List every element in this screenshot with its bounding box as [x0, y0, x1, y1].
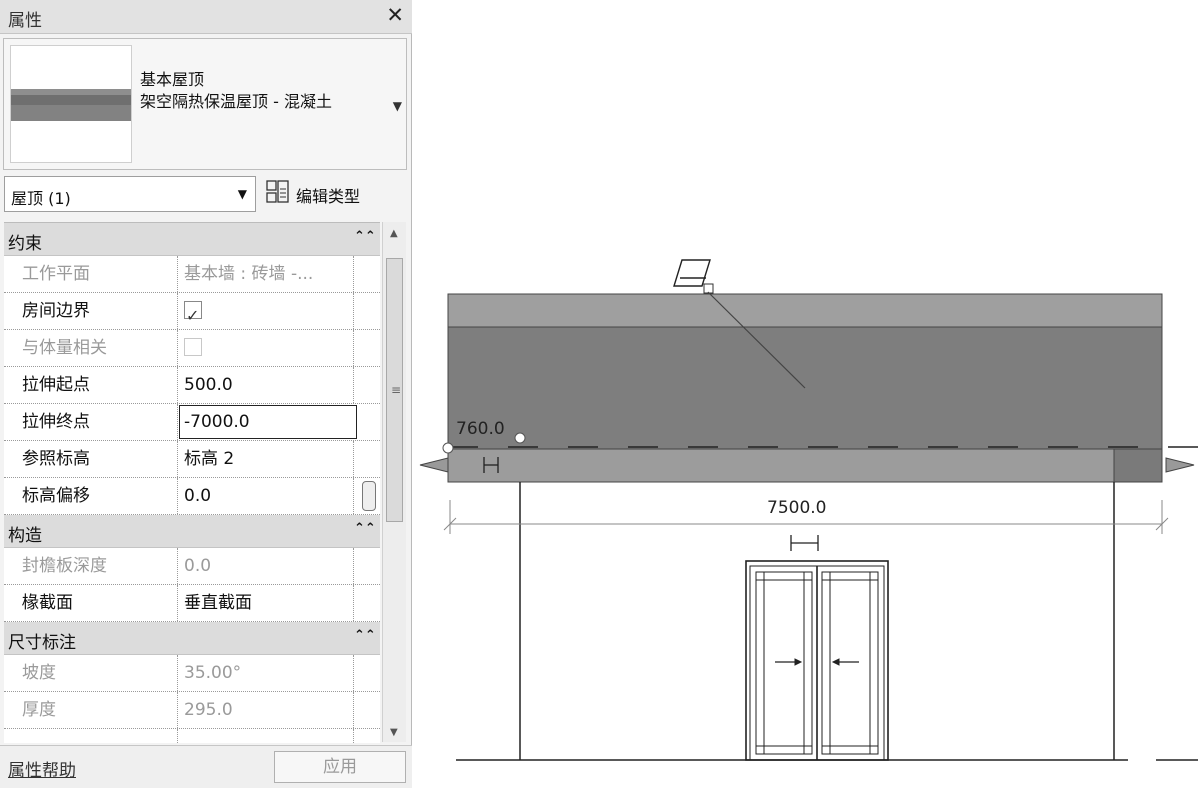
- property-value: 基本墙 : 砖墙 -...: [178, 256, 354, 292]
- room-bounding-checkbox[interactable]: ✓: [184, 301, 202, 325]
- property-row-thickness: 厚度 295.0: [4, 692, 380, 729]
- property-row-fascia-depth: 封檐板深度 0.0: [4, 548, 380, 585]
- type-preview-image: [10, 45, 132, 163]
- inline-scroll-handle[interactable]: [362, 481, 376, 511]
- properties-panel: 属性 ✕ 基本屋顶 架空隔热保温屋顶 - 混凝土 ▼ 屋顶 (1) ▼ 编辑类型…: [0, 0, 412, 788]
- chevron-down-icon: ▼: [237, 187, 247, 201]
- reference-level-field[interactable]: 标高 2: [178, 441, 354, 477]
- property-row-partial: [4, 729, 380, 743]
- collapse-icon[interactable]: ⌃⌃: [354, 521, 376, 536]
- edit-type-label: 编辑类型: [296, 187, 361, 206]
- extrusion-start-field[interactable]: 500.0: [178, 367, 354, 403]
- right-grip-icon[interactable]: [1165, 457, 1195, 473]
- property-label: 参照标高: [4, 441, 178, 477]
- panel-footer: 属性帮助 应用: [0, 745, 412, 788]
- rafter-cut-field[interactable]: 垂直截面: [178, 585, 354, 621]
- type-name-label: 架空隔热保温屋顶 - 混凝土: [140, 92, 332, 111]
- type-selector[interactable]: 基本屋顶 架空隔热保温屋顶 - 混凝土 ▼: [3, 38, 407, 170]
- property-value: 295.0: [178, 692, 354, 728]
- lock-dimension-icon[interactable]: [790, 535, 819, 551]
- overhang-dimension[interactable]: 760.0: [456, 419, 505, 439]
- property-row-extrusion-start: 拉伸起点 500.0: [4, 367, 380, 404]
- apply-button[interactable]: 应用: [274, 751, 406, 783]
- elevation-view: 760.0 7500.0: [419, 259, 1198, 761]
- property-row-extrusion-end: 拉伸终点 -7000.0: [4, 404, 380, 441]
- property-value: 35.00°: [178, 655, 354, 691]
- panel-titlebar: 属性 ✕: [0, 0, 412, 34]
- group-header-dimensions[interactable]: 尺寸标注 ⌃⌃: [4, 622, 380, 655]
- property-value: 0.0: [178, 548, 354, 584]
- width-dimension[interactable]: 7500.0: [767, 498, 826, 518]
- property-row-work-plane: 工作平面 基本墙 : 砖墙 -...: [4, 256, 380, 293]
- property-value: ✓: [178, 293, 354, 329]
- property-label: 椽截面: [4, 585, 178, 621]
- collapse-icon[interactable]: ⌃⌃: [354, 229, 376, 244]
- property-label: 与体量相关: [4, 330, 178, 366]
- group-header-construction[interactable]: 构造 ⌃⌃: [4, 515, 380, 548]
- chevron-down-icon[interactable]: ▼: [393, 99, 402, 113]
- instance-filter-label: 屋顶 (1): [11, 189, 71, 208]
- work-plane-icon[interactable]: [673, 259, 711, 287]
- property-label: 工作平面: [4, 256, 178, 292]
- group-title: 构造: [8, 526, 42, 546]
- property-row-room-bounding: 房间边界 ✓: [4, 293, 380, 330]
- property-row-reference-level: 参照标高 标高 2: [4, 441, 380, 478]
- property-row-slope: 坡度 35.00°: [4, 655, 380, 692]
- type-family-label: 基本屋顶: [140, 70, 205, 89]
- level-offset-field[interactable]: 0.0: [178, 478, 354, 514]
- group-title: 约束: [8, 234, 42, 254]
- property-row-rafter-cut: 椽截面 垂直截面: [4, 585, 380, 622]
- roof-end-cap: [1113, 448, 1163, 483]
- work-plane-handle[interactable]: [703, 283, 714, 294]
- end-handle-right[interactable]: [514, 432, 526, 444]
- left-grip-icon[interactable]: [419, 457, 449, 473]
- collapse-icon[interactable]: ⌃⌃: [354, 628, 376, 643]
- property-grid: 约束 ⌃⌃ 工作平面 基本墙 : 砖墙 -... 房间边界 ✓ 与体量相关 拉伸…: [4, 222, 380, 743]
- scroll-up-icon[interactable]: ▲: [390, 228, 398, 239]
- scroll-down-icon[interactable]: ▼: [390, 727, 398, 738]
- roof-top-face: [447, 293, 1163, 328]
- edit-type-icon: [266, 180, 289, 203]
- double-door[interactable]: [745, 560, 889, 761]
- scrollbar-thumb[interactable]: ≡: [386, 258, 403, 522]
- grip-icon: ≡: [391, 383, 402, 397]
- properties-help-link[interactable]: 属性帮助: [8, 756, 76, 781]
- drawing-canvas[interactable]: 760.0 7500.0: [412, 0, 1198, 788]
- group-header-constraints[interactable]: 约束 ⌃⌃: [4, 223, 380, 256]
- panel-title: 属性: [8, 11, 42, 31]
- property-label: 封檐板深度: [4, 548, 178, 584]
- property-row-level-offset: 标高偏移 0.0: [4, 478, 380, 515]
- close-icon[interactable]: ✕: [386, 3, 404, 27]
- property-label: 标高偏移: [4, 478, 178, 514]
- property-label: 坡度: [4, 655, 178, 691]
- end-handle-left[interactable]: [442, 442, 454, 454]
- property-label: 拉伸起点: [4, 367, 178, 403]
- type-name: 基本屋顶 架空隔热保温屋顶 - 混凝土: [140, 69, 390, 113]
- instance-filter-dropdown[interactable]: 屋顶 (1) ▼: [4, 176, 256, 212]
- extrusion-end-input[interactable]: -7000.0: [179, 405, 357, 439]
- checkmark-icon: ✓: [186, 306, 200, 325]
- group-title: 尺寸标注: [8, 633, 76, 653]
- property-label: 厚度: [4, 692, 178, 728]
- property-grid-scrollbar[interactable]: ▲ ≡ ▼: [382, 222, 406, 742]
- property-label: 房间边界: [4, 293, 178, 329]
- property-value: [178, 330, 354, 366]
- roof-bottom-face: [447, 448, 1163, 483]
- property-row-related-to-mass: 与体量相关: [4, 330, 380, 367]
- property-label: 拉伸终点: [4, 404, 178, 440]
- related-to-mass-checkbox: [184, 338, 202, 356]
